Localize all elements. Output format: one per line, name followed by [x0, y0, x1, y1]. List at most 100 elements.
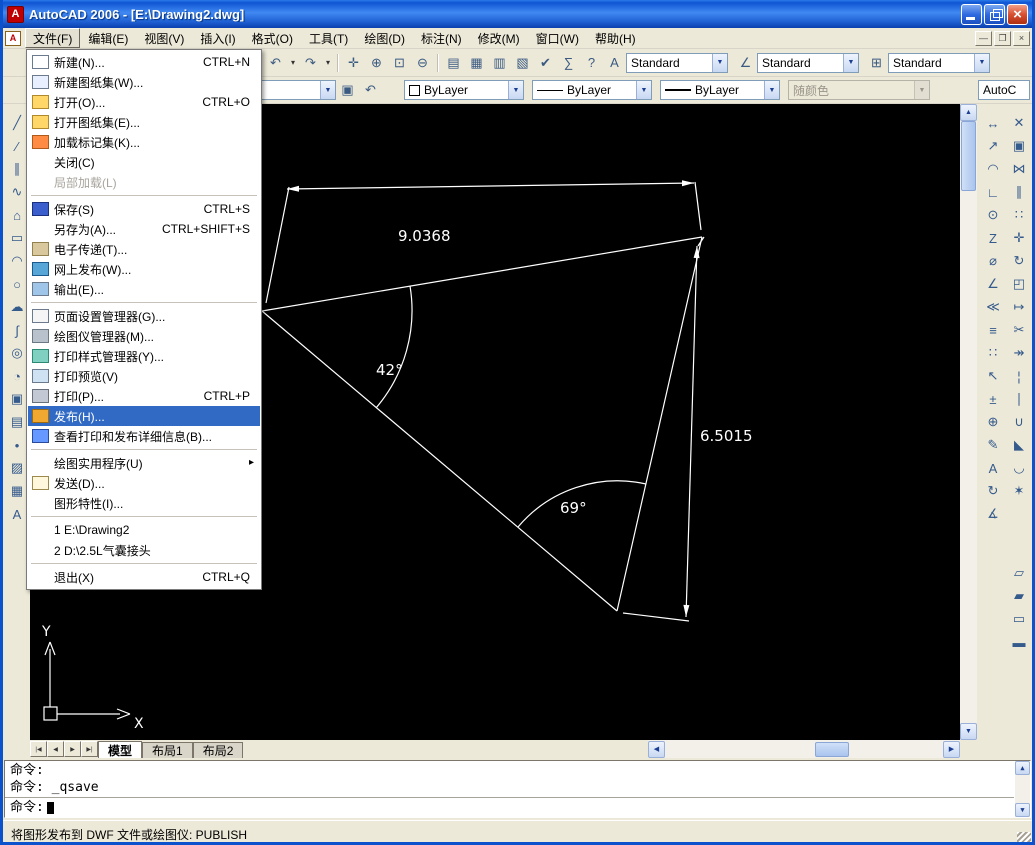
- menu-item-open-sheet-set[interactable]: 打开图纸集(E)...: [28, 112, 260, 132]
- tab-first-button[interactable]: |◀: [30, 741, 47, 757]
- construction-line-tool-icon[interactable]: ∕: [6, 135, 28, 157]
- menu-item-load-markup-set[interactable]: 加载标记集(K)...: [28, 132, 260, 152]
- lineweight-combo[interactable]: ByLayer ▼: [660, 80, 780, 100]
- region-tool-icon[interactable]: ▦: [6, 480, 28, 502]
- ellipse-arc-tool-icon[interactable]: ◔: [6, 365, 28, 387]
- tab-prev-button[interactable]: ◀: [47, 741, 64, 757]
- extend-icon[interactable]: ↠: [1008, 342, 1030, 364]
- erase-icon[interactable]: ✕: [1008, 112, 1030, 134]
- menu-item-publish-to-web[interactable]: 网上发布(W)...: [28, 259, 260, 279]
- menu-file[interactable]: 文件(F): [25, 28, 81, 48]
- make-object-layer-current-icon[interactable]: ▣: [336, 79, 359, 101]
- move-icon[interactable]: ✛: [1008, 227, 1030, 249]
- mdi-minimize-button[interactable]: —: [975, 30, 992, 46]
- line-tool-icon[interactable]: ╱: [6, 112, 28, 134]
- layer-previous-icon[interactable]: ↶: [359, 79, 382, 101]
- restore-button[interactable]: [984, 3, 1005, 25]
- menu-item-plot[interactable]: 打印(P)... CTRL+P: [28, 386, 260, 406]
- menu-item-plotter-manager[interactable]: 绘图仪管理器(M)...: [28, 326, 260, 346]
- menu-item-partial-load[interactable]: 局部加载(L): [28, 172, 260, 192]
- break-icon[interactable]: ∣: [1008, 388, 1030, 410]
- spline-tool-icon[interactable]: ∫: [6, 319, 28, 341]
- menu-item-save-as[interactable]: 另存为(A)... CTRL+SHIFT+S: [28, 219, 260, 239]
- dropdown-arrow-icon[interactable]: ▼: [508, 81, 523, 99]
- revision-cloud-tool-icon[interactable]: ☁: [6, 296, 28, 318]
- scroll-right-button[interactable]: ▶: [943, 740, 960, 758]
- insert-block-tool-icon[interactable]: ▣: [6, 388, 28, 410]
- dropdown-arrow-icon[interactable]: ▼: [320, 81, 335, 99]
- radius-dimension-icon[interactable]: ⊙: [982, 204, 1004, 226]
- angular-dimension-icon[interactable]: ∠: [982, 273, 1004, 295]
- tab-layout1[interactable]: 布局1: [142, 742, 193, 758]
- baseline-dimension-icon[interactable]: ≡: [982, 319, 1004, 341]
- rotate-icon[interactable]: ↻: [1008, 250, 1030, 272]
- dropdown-arrow-icon[interactable]: ▼: [636, 81, 651, 99]
- menu-item-new[interactable]: 新建(N)... CTRL+N: [28, 52, 260, 72]
- tab-last-button[interactable]: ▶|: [81, 741, 98, 757]
- menu-insert[interactable]: 插入(I): [192, 28, 243, 48]
- draworder-bring-to-front-icon[interactable]: ▱: [1008, 562, 1030, 584]
- trim-icon[interactable]: ✂: [1008, 319, 1030, 341]
- arc-tool-icon[interactable]: ◠: [6, 250, 28, 272]
- ellipse-tool-icon[interactable]: ◎: [6, 342, 28, 364]
- draworder-bring-above-icon[interactable]: ▭: [1008, 608, 1030, 630]
- circle-tool-icon[interactable]: ○: [6, 273, 28, 295]
- zoom-window-icon[interactable]: ⊡: [388, 52, 411, 74]
- dropdown-arrow-icon[interactable]: ▼: [764, 81, 779, 99]
- dimension-update-icon[interactable]: ↻: [982, 480, 1004, 502]
- scroll-up-button[interactable]: ▲: [1015, 761, 1030, 775]
- stretch-icon[interactable]: ↦: [1008, 296, 1030, 318]
- sheetset-manager-icon[interactable]: ▧: [511, 52, 534, 74]
- undo-icon[interactable]: ↶: [264, 52, 287, 74]
- polyline-tool-icon[interactable]: ∿: [6, 181, 28, 203]
- polygon-tool-icon[interactable]: ⌂: [6, 204, 28, 226]
- tab-next-button[interactable]: ▶: [64, 741, 81, 757]
- menu-item-close[interactable]: 关闭(C): [28, 152, 260, 172]
- table-style-combo[interactable]: Standard ▼: [888, 52, 990, 73]
- menu-item-publish[interactable]: 发布(H)...: [28, 406, 260, 426]
- hatch-tool-icon[interactable]: ▨: [6, 457, 28, 479]
- mirror-icon[interactable]: ⋈: [1008, 158, 1030, 180]
- mdi-close-button[interactable]: ×: [1013, 30, 1030, 46]
- join-icon[interactable]: ∪: [1008, 411, 1030, 433]
- menu-item-recent-1[interactable]: 1 E:\Drawing2: [28, 520, 260, 540]
- command-scrollbar[interactable]: ▲ ▼: [1015, 761, 1030, 817]
- scroll-left-button[interactable]: ◀: [648, 740, 665, 758]
- menu-format[interactable]: 格式(O): [244, 28, 301, 48]
- workspace-combo[interactable]: AutoC: [978, 80, 1030, 100]
- mtext-tool-icon[interactable]: A: [6, 503, 28, 525]
- menu-edit[interactable]: 编辑(E): [80, 28, 136, 48]
- dim-style-icon[interactable]: ∠: [734, 52, 757, 74]
- ordinate-dimension-icon[interactable]: ∟: [982, 181, 1004, 203]
- break-at-point-icon[interactable]: ¦: [1008, 365, 1030, 387]
- menu-dimension[interactable]: 标注(N): [413, 28, 470, 48]
- offset-icon[interactable]: ∥: [1008, 181, 1030, 203]
- jogged-dimension-icon[interactable]: Z: [982, 227, 1004, 249]
- scale-icon[interactable]: ◰: [1008, 273, 1030, 295]
- multiline-tool-icon[interactable]: ∥: [6, 158, 28, 180]
- menu-item-save[interactable]: 保存(S) CTRL+S: [28, 199, 260, 219]
- close-button[interactable]: [1007, 3, 1028, 25]
- dropdown-arrow-icon[interactable]: ▼: [974, 53, 989, 72]
- explode-icon[interactable]: ✶: [1008, 480, 1030, 502]
- redo-dropdown-icon[interactable]: ▾: [322, 52, 334, 74]
- dim-style-combo[interactable]: Standard ▼: [757, 52, 859, 73]
- menu-item-view-plot-details[interactable]: 查看打印和发布详细信息(B)...: [28, 426, 260, 446]
- array-icon[interactable]: ∷: [1008, 204, 1030, 226]
- make-block-tool-icon[interactable]: ▤: [6, 411, 28, 433]
- menu-tools[interactable]: 工具(T): [301, 28, 356, 48]
- markup-manager-icon[interactable]: ✔: [534, 52, 557, 74]
- horizontal-scroll-thumb[interactable]: [815, 741, 849, 757]
- color-combo[interactable]: ByLayer ▼: [404, 80, 524, 100]
- dropdown-arrow-icon[interactable]: ▼: [712, 53, 727, 72]
- scroll-down-button[interactable]: ▼: [960, 723, 977, 740]
- pan-icon[interactable]: ✛: [342, 52, 365, 74]
- vertical-scroll-thumb[interactable]: [961, 121, 976, 191]
- draworder-send-to-back-icon[interactable]: ▰: [1008, 585, 1030, 607]
- toolbar-button[interactable]: [1008, 503, 1030, 561]
- command-input[interactable]: 命令:: [5, 797, 1014, 817]
- text-style-icon[interactable]: A: [603, 52, 626, 74]
- redo-icon[interactable]: ↷: [299, 52, 322, 74]
- menu-item-page-setup-manager[interactable]: 页面设置管理器(G)...: [28, 306, 260, 326]
- properties-icon[interactable]: ▤: [442, 52, 465, 74]
